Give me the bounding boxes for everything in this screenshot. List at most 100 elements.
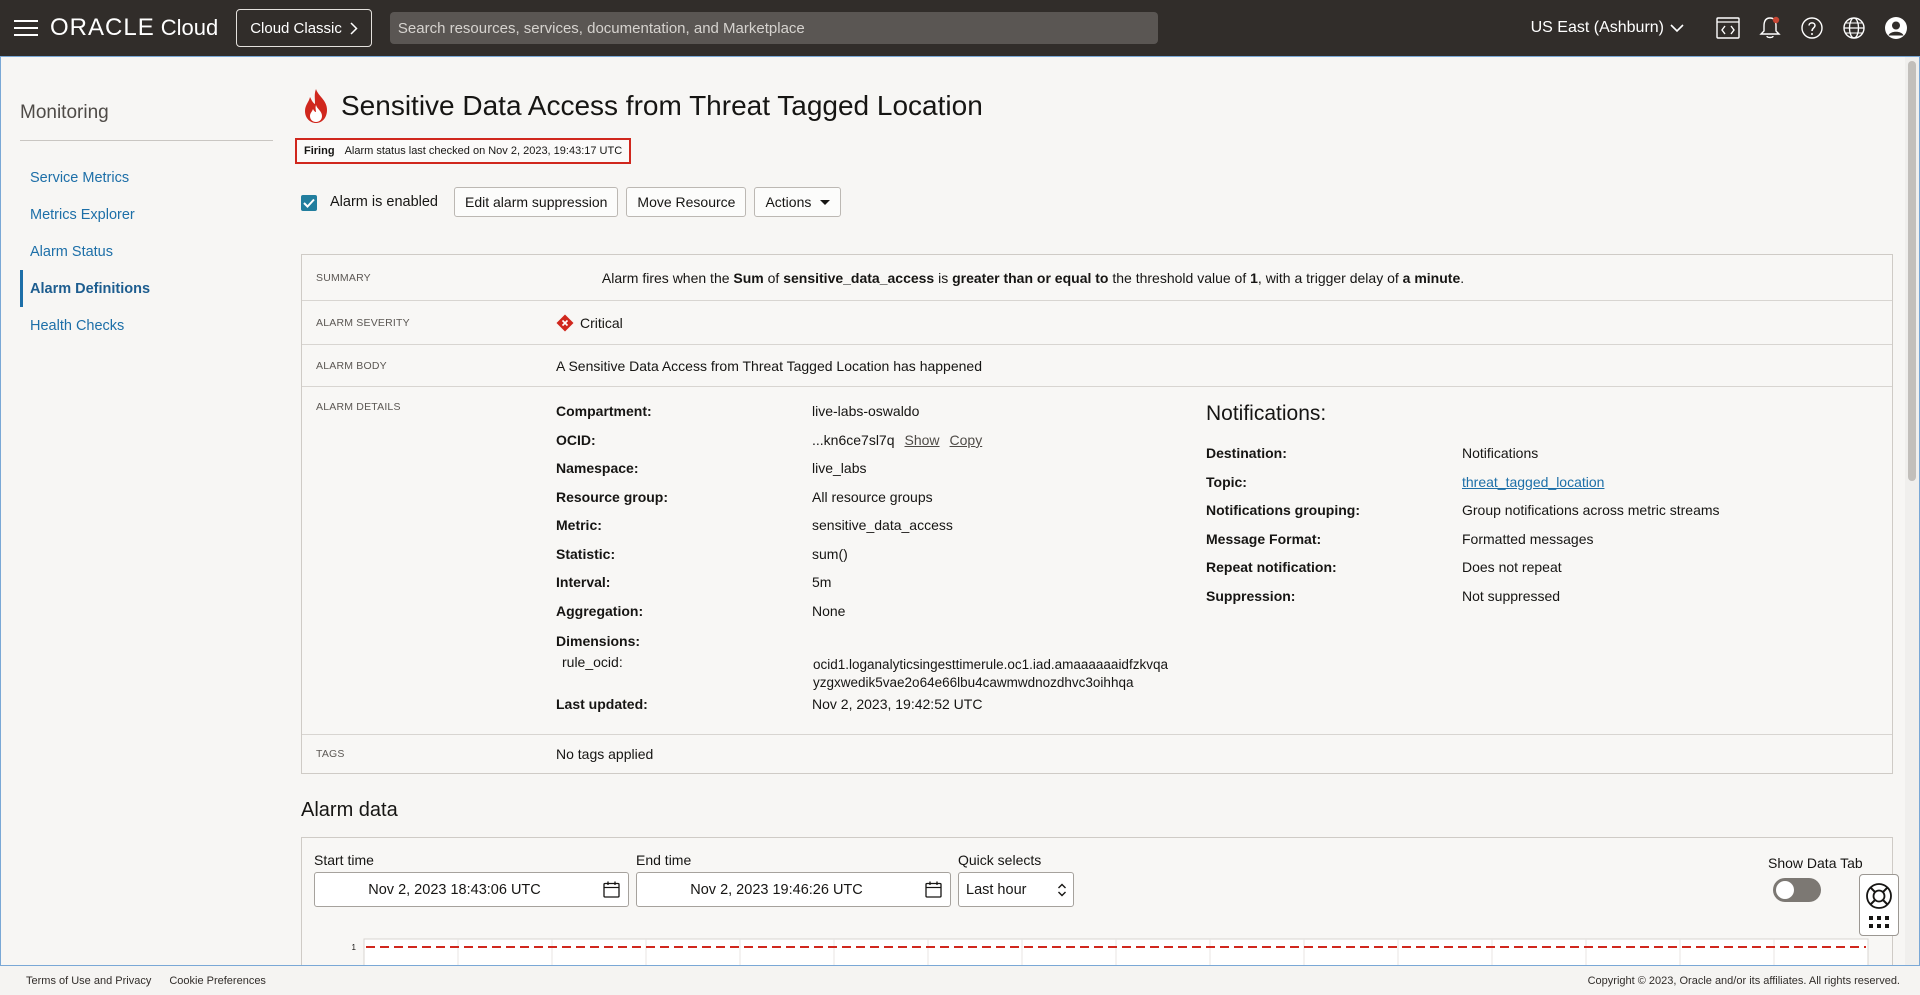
page-scrollbar[interactable] bbox=[1905, 57, 1919, 965]
sidebar-item-alarm-status[interactable]: Alarm Status bbox=[20, 233, 273, 270]
severity-row: ALARM SEVERITY Critical bbox=[302, 301, 1892, 345]
alarm-data-chart: 1 bbox=[352, 938, 1869, 965]
alarm-enabled-checkbox[interactable] bbox=[301, 195, 317, 211]
user-icon[interactable] bbox=[1884, 16, 1908, 40]
aggregation-value: None bbox=[812, 602, 846, 619]
grouping-key: Notifications grouping: bbox=[1206, 502, 1360, 519]
alarm-details-table: SUMMARY Alarm fires when the Sum of sens… bbox=[301, 254, 1893, 774]
last-updated-value: Nov 2, 2023, 19:42:52 UTC bbox=[812, 695, 983, 712]
dimensions-key: Dimensions: bbox=[556, 633, 641, 650]
interval-value: 5m bbox=[812, 574, 832, 591]
action-toolbar: Alarm is enabled Edit alarm suppression … bbox=[301, 187, 842, 217]
edit-alarm-suppression-button[interactable]: Edit alarm suppression bbox=[454, 187, 619, 217]
tags-label: TAGS bbox=[316, 748, 345, 760]
message-format-key: Message Format: bbox=[1206, 530, 1322, 547]
help-widget[interactable] bbox=[1859, 874, 1899, 936]
global-search[interactable] bbox=[389, 12, 1158, 44]
namespace-key: Namespace: bbox=[556, 460, 639, 477]
statistic-key: Statistic: bbox=[556, 545, 616, 562]
search-input[interactable] bbox=[397, 12, 1158, 44]
alarm-details-row: ALARM DETAILS Compartment: live-labs-oswa… bbox=[302, 387, 1892, 735]
ocid-key: OCID: bbox=[556, 431, 596, 448]
tags-row: TAGS No tags applied bbox=[302, 735, 1892, 773]
caret-down-icon bbox=[820, 199, 831, 205]
code-editor-icon[interactable] bbox=[1716, 16, 1740, 40]
sidebar-nav: Service Metrics Metrics Explorer Alarm S… bbox=[20, 159, 273, 344]
copyright-text: Copyright © 2023, Oracle and/or its affi… bbox=[1587, 974, 1900, 987]
alarm-body-value: A Sensitive Data Access from Threat Tagg… bbox=[556, 357, 982, 374]
footer: Terms of Use and Privacy Cookie Preferen… bbox=[0, 966, 1920, 995]
rule-ocid-value-line2: yzgxwedik5vae2o64e66lbu4cawmwdnozdhvc3oi… bbox=[813, 674, 1134, 690]
hamburger-menu-icon[interactable] bbox=[6, 0, 46, 56]
apps-grid-icon bbox=[1869, 915, 1889, 928]
scrollbar-thumb[interactable] bbox=[1908, 61, 1916, 481]
last-updated-key: Last updated: bbox=[556, 695, 648, 712]
alarm-enabled-label: Alarm is enabled bbox=[330, 194, 438, 210]
sidebar-item-health-checks[interactable]: Health Checks bbox=[20, 307, 273, 344]
destination-value: Notifications bbox=[1462, 445, 1539, 462]
compartment-key: Compartment: bbox=[556, 403, 652, 420]
severity-label: ALARM SEVERITY bbox=[316, 316, 410, 329]
cloud-classic-button[interactable]: Cloud Classic bbox=[236, 9, 372, 47]
metric-value: sensitive_data_access bbox=[812, 517, 953, 534]
page-title: Sensitive Data Access from Threat Tagged… bbox=[341, 90, 983, 121]
ocid-copy-link[interactable]: Copy bbox=[950, 432, 983, 448]
repeat-value: Does not repeat bbox=[1462, 559, 1562, 576]
region-selector[interactable]: US East (Ashburn) bbox=[1531, 19, 1684, 37]
notifications-panel: Notifications: Destination: Notifications… bbox=[1206, 397, 1720, 610]
status-badge: Firing bbox=[304, 145, 335, 157]
sidebar-item-metrics-explorer[interactable]: Metrics Explorer bbox=[20, 196, 273, 233]
sidebar-item-service-metrics[interactable]: Service Metrics bbox=[20, 159, 273, 196]
alarm-detail-fields: Compartment: live-labs-oswaldo OCID: ...kn… bbox=[556, 397, 1168, 718]
severity-text: Critical bbox=[580, 314, 623, 331]
actions-menu-button[interactable]: Actions bbox=[754, 187, 842, 217]
cookie-preferences-link[interactable]: Cookie Preferences bbox=[169, 975, 266, 987]
ocid-show-link[interactable]: Show bbox=[905, 432, 940, 448]
namespace-value: live_labs bbox=[812, 460, 867, 477]
status-checked-text: Alarm status last checked on Nov 2, 2023… bbox=[344, 145, 623, 157]
alarm-data-panel: Start time Nov 2, 2023 18:43:06 UTC End … bbox=[301, 837, 1893, 965]
sidebar-title: Monitoring bbox=[20, 102, 273, 141]
metric-key: Metric: bbox=[556, 517, 602, 534]
severity-value: Critical bbox=[556, 301, 1892, 344]
help-icon[interactable] bbox=[1800, 16, 1824, 40]
alarm-data-title: Alarm data bbox=[301, 799, 398, 821]
page-header: Sensitive Data Access from Threat Tagged… bbox=[301, 88, 983, 124]
compartment-value: live-labs-oswaldo bbox=[812, 403, 920, 420]
globe-icon[interactable] bbox=[1842, 16, 1866, 40]
interval-key: Interval: bbox=[556, 574, 611, 591]
summary-row: SUMMARY Alarm fires when the Sum of sens… bbox=[302, 255, 1892, 301]
critical-severity-icon bbox=[556, 314, 574, 331]
summary-label: SUMMARY bbox=[316, 271, 371, 284]
rule-ocid-value-line1: ocid1.loganalyticsingesttimerule.oc1.iad… bbox=[813, 656, 1168, 672]
repeat-key: Repeat notification: bbox=[1206, 559, 1337, 576]
terms-link[interactable]: Terms of Use and Privacy bbox=[26, 975, 151, 987]
resource-group-key: Resource group: bbox=[556, 488, 669, 505]
ocid-value: ...kn6ce7sl7q bbox=[812, 431, 895, 448]
alarm-body-label: ALARM BODY bbox=[316, 359, 387, 372]
check-icon bbox=[303, 198, 315, 208]
alarm-body-row: ALARM BODY A Sensitive Data Access from … bbox=[302, 345, 1892, 387]
suppression-key: Suppression: bbox=[1206, 587, 1296, 604]
move-resource-button[interactable]: Move Resource bbox=[626, 187, 747, 217]
destination-key: Destination: bbox=[1206, 445, 1287, 462]
oracle-cloud-logo[interactable]: ORACLE Cloud bbox=[50, 0, 218, 56]
topic-key: Topic: bbox=[1206, 473, 1247, 490]
sidebar-item-alarm-definitions[interactable]: Alarm Definitions bbox=[20, 270, 273, 307]
actions-label: Actions bbox=[765, 194, 812, 210]
region-label: US East (Ashburn) bbox=[1530, 19, 1664, 36]
alarm-status-banner: Firing Alarm status last checked on Nov … bbox=[295, 138, 632, 164]
brand-suffix: Cloud bbox=[160, 15, 219, 40]
fire-icon bbox=[305, 89, 327, 123]
bell-icon[interactable] bbox=[1758, 16, 1782, 40]
grouping-value: Group notifications across metric stream… bbox=[1462, 502, 1720, 519]
chevron-right-icon bbox=[350, 21, 358, 35]
aggregation-key: Aggregation: bbox=[556, 602, 644, 619]
statistic-value: sum() bbox=[812, 545, 848, 562]
brand-name: ORACLE bbox=[50, 14, 155, 41]
summary-value: Alarm fires when the Sum of sensitive_da… bbox=[601, 269, 1465, 286]
topic-link[interactable]: threat_tagged_location bbox=[1462, 474, 1604, 490]
chevron-down-icon bbox=[1670, 23, 1684, 32]
cloud-classic-label: Cloud Classic bbox=[250, 19, 342, 37]
suppression-value: Not suppressed bbox=[1462, 587, 1561, 604]
